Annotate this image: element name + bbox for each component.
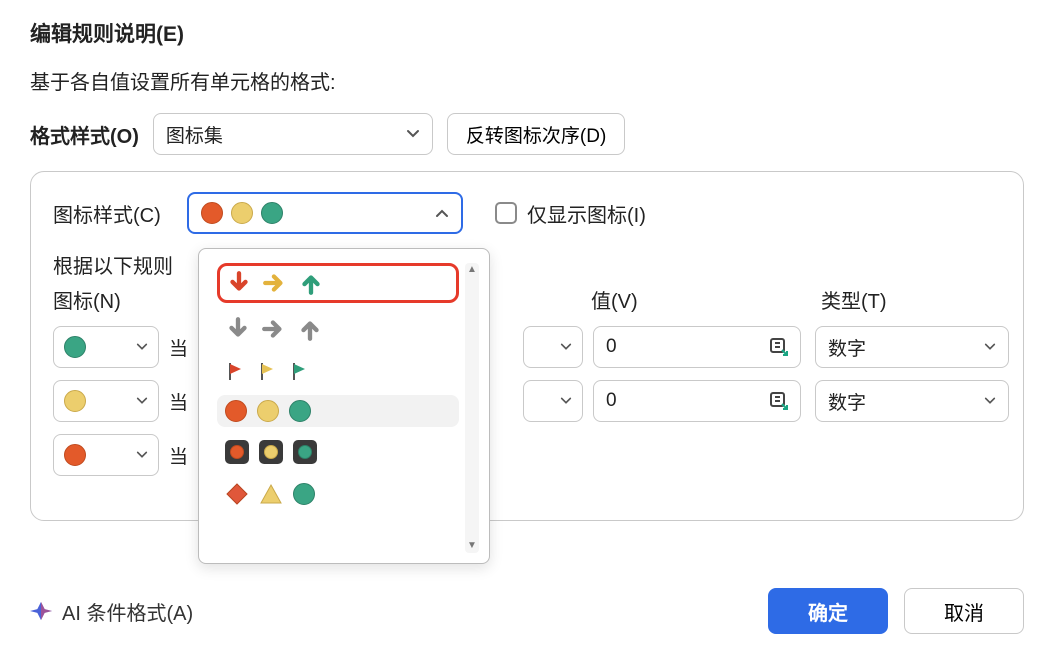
icon-style-label: 图标样式(C) [53,199,173,228]
rule-row: 当 0 数字 [53,380,1001,422]
section-title: 编辑规则说明(E) [30,18,1024,48]
rule-operator-select[interactable] [523,326,583,368]
circle-red-icon [225,400,247,422]
scroll-up-icon[interactable]: ▲ [467,265,477,275]
chevron-down-icon [136,395,148,407]
arrow-down-icon [225,316,251,342]
iconset-option-arrows-grey[interactable] [217,311,459,347]
iconset-option-flags[interactable] [217,355,459,387]
circle-green-icon [261,202,283,224]
icon-style-options [217,263,459,553]
circle-green-icon [64,336,86,358]
triangle-yellow-icon [259,482,283,506]
show-icon-only-group[interactable]: 仅显示图标(I) [495,199,646,228]
rule-icon-select[interactable] [53,326,159,368]
header-value: 值(V) [591,285,638,314]
chevron-down-icon [136,449,148,461]
iconset-option-arrows-color[interactable] [217,263,459,303]
rule-suffix: 当 [169,388,188,415]
flag-yellow-icon [257,360,279,382]
rule-type-text: 数字 [828,334,866,361]
traffic-square-green-icon [293,440,317,464]
circle-green-icon [289,400,311,422]
arrow-up-icon [298,270,324,296]
ai-conditional-format-link[interactable]: AI 条件格式(A) [30,597,193,626]
traffic-square-yellow-icon [259,440,283,464]
popup-scrollbar[interactable]: ▲ ▼ [465,263,479,553]
chevron-down-icon [560,395,572,407]
circle-yellow-icon [64,390,86,412]
flag-red-icon [225,360,247,382]
rule-value-text: 0 [606,390,617,412]
format-style-label: 格式样式(O) [30,120,139,149]
rule-suffix: 当 [169,442,188,469]
range-picker-icon[interactable] [768,390,790,412]
show-icon-only-label: 仅显示图标(I) [527,199,646,228]
format-style-row: 格式样式(O) 图标集 反转图标次序(D) [30,113,1024,155]
arrow-down-icon [226,270,252,296]
show-icon-only-checkbox[interactable] [495,202,517,224]
rule-type-select[interactable]: 数字 [815,380,1009,422]
iconset-option-traffic-squares[interactable] [217,435,459,469]
traffic-square-red-icon [225,440,249,464]
ai-logo-icon [30,600,52,622]
format-style-value: 图标集 [166,121,223,148]
scroll-down-icon[interactable]: ▼ [467,541,477,551]
header-type: 类型(T) [821,285,887,314]
rule-icon-select[interactable] [53,434,159,476]
rule-value-input[interactable]: 0 [593,380,801,422]
chevron-down-icon [560,341,572,353]
chevron-down-icon [984,395,996,407]
ok-button-label: 确定 [808,597,848,626]
circle-green-icon [293,483,315,505]
rule-row: 当 0 数字 [53,326,1001,368]
ok-button[interactable]: 确定 [768,588,888,634]
icon-style-popup: ▲ ▼ [198,248,490,564]
chevron-down-icon [406,127,420,141]
arrow-up-icon [297,316,323,342]
subtitle: 基于各自值设置所有单元格的格式: [30,66,1024,95]
circle-yellow-icon [231,202,253,224]
format-style-select[interactable]: 图标集 [153,113,433,155]
reverse-icon-order-button[interactable]: 反转图标次序(D) [447,113,625,155]
iconset-option-circles[interactable] [217,395,459,427]
chevron-up-icon [435,206,449,220]
cancel-button-label: 取消 [944,597,984,626]
ai-link-label: AI 条件格式(A) [62,597,193,626]
chevron-down-icon [136,341,148,353]
diamond-red-icon [225,482,249,506]
dialog-footer: AI 条件格式(A) 确定 取消 [30,588,1024,634]
rule-icon-select[interactable] [53,380,159,422]
reverse-icon-order-label: 反转图标次序(D) [466,121,606,148]
chevron-down-icon [984,341,996,353]
arrow-right-icon [261,316,287,342]
circle-red-icon [64,444,86,466]
rule-type-text: 数字 [828,388,866,415]
rule-value-text: 0 [606,336,617,358]
icon-style-select[interactable] [187,192,463,234]
range-picker-icon[interactable] [768,336,790,358]
rules-prefix-label: 根据以下规则 [53,250,1001,279]
cancel-button[interactable]: 取消 [904,588,1024,634]
flag-green-icon [289,360,311,382]
rule-suffix: 当 [169,334,188,361]
rule-value-input[interactable]: 0 [593,326,801,368]
rule-row: 当 [53,434,1001,476]
icon-style-row: 图标样式(C) 仅显示图标(I) [53,192,1001,234]
rule-type-select[interactable]: 数字 [815,326,1009,368]
circle-red-icon [201,202,223,224]
rules-header-row: 图标(N) 值(V) 类型(T) [53,285,1001,314]
arrow-right-icon [262,270,288,296]
rule-operator-select[interactable] [523,380,583,422]
rules-panel: 图标样式(C) 仅显示图标(I) 根据以下规则 图标(N) 值(V) 类型(T) [30,171,1024,521]
circle-yellow-icon [257,400,279,422]
icon-style-current [201,202,283,224]
footer-buttons: 确定 取消 [768,588,1024,634]
iconset-option-shapes[interactable] [217,477,459,511]
